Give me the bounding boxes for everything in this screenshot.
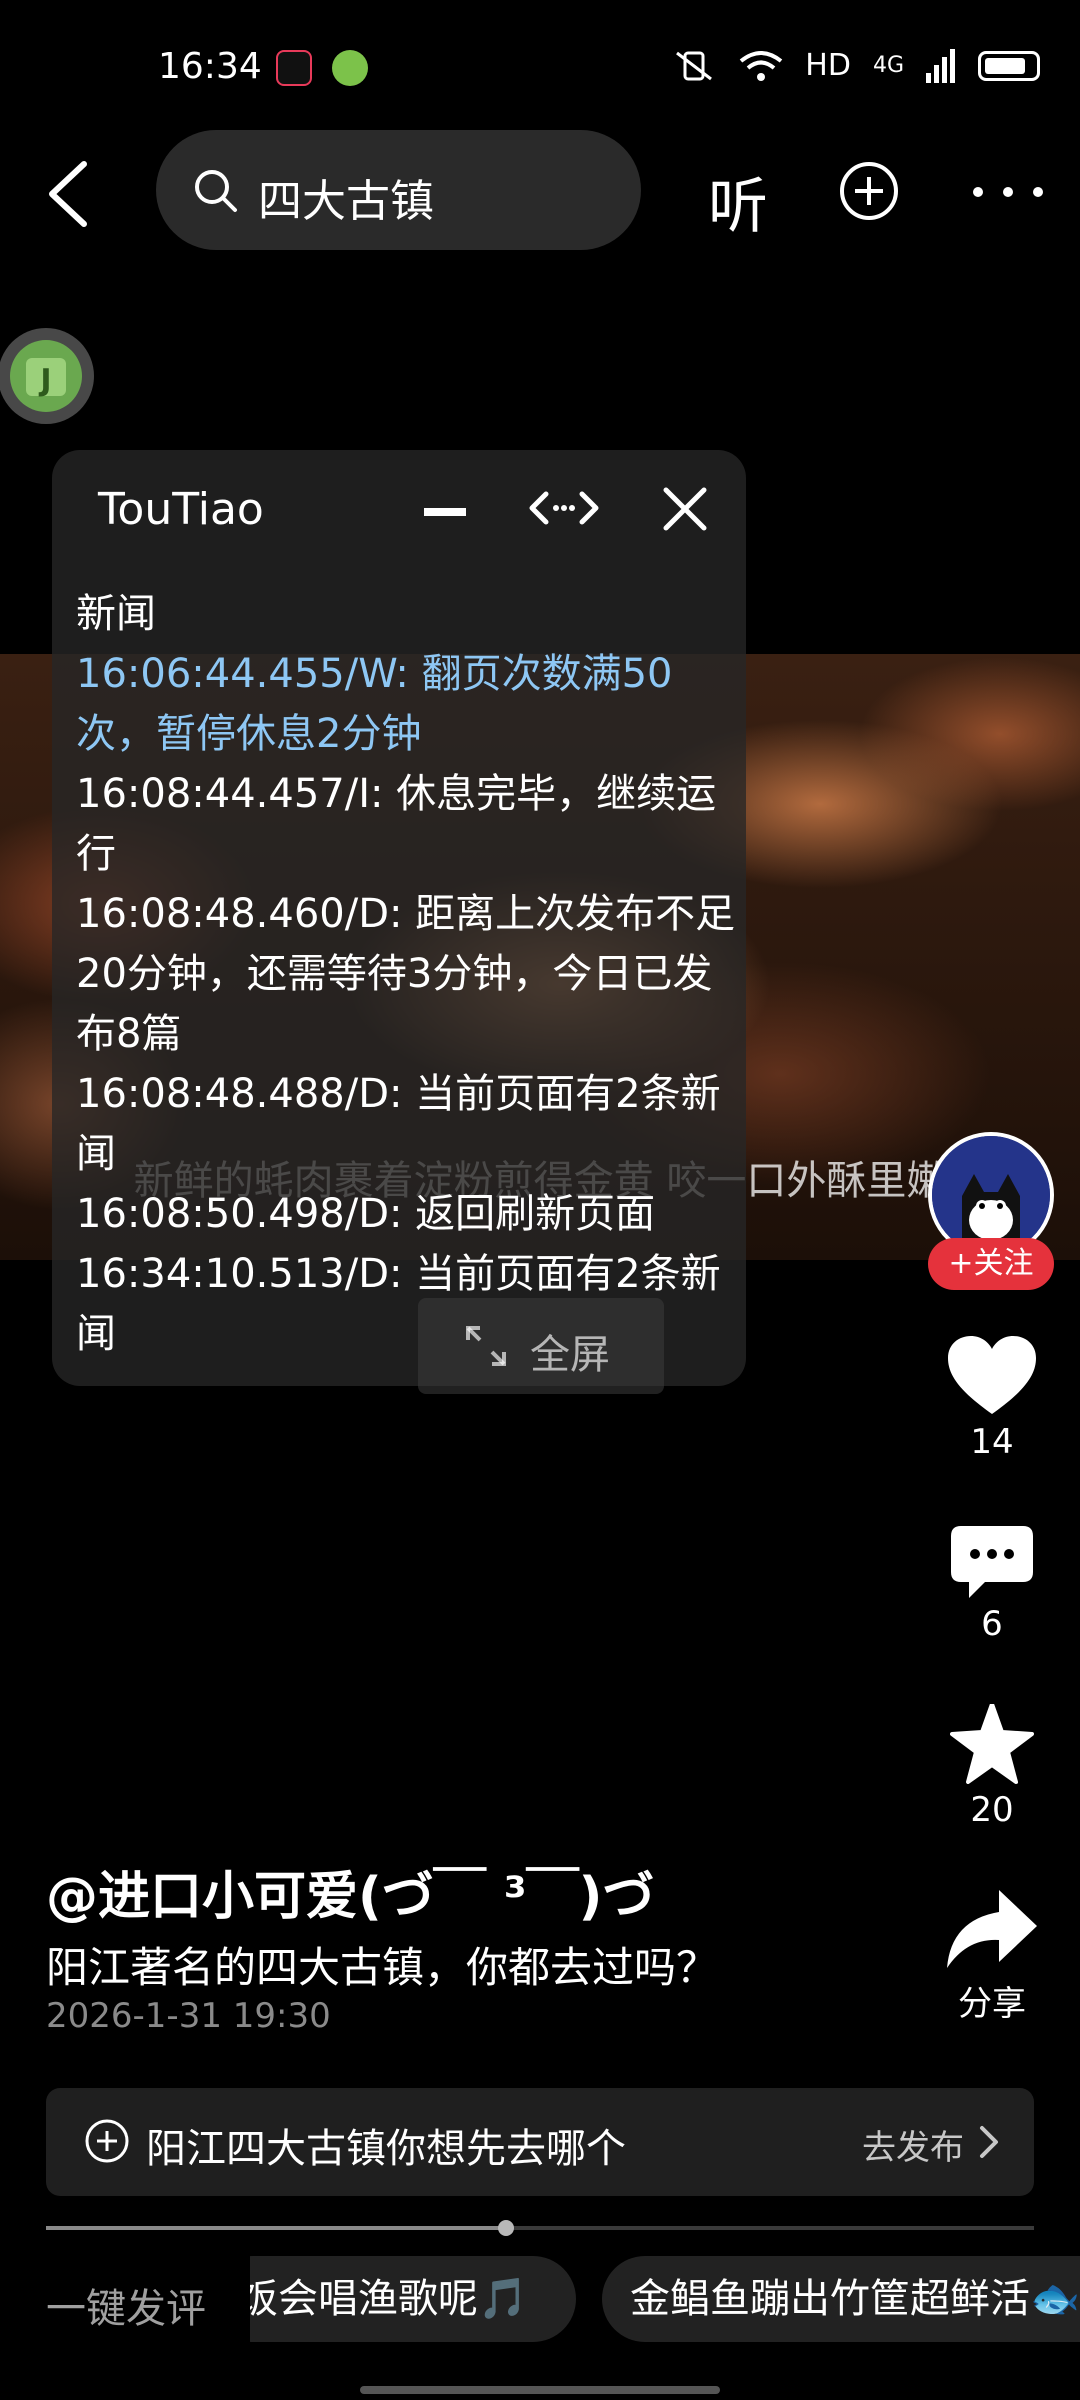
log-line: 16:08:44.457/I: 休息完毕，继续运行 (76, 771, 717, 877)
log-window: TouTiao 新闻 16:06:44.455/W: 翻页次数满50次，暂停休息… (52, 450, 746, 1386)
more-options-button[interactable] (968, 180, 1048, 204)
log-line: 16:06:44.455/W: 翻页次数满50次，暂停休息2分钟 (76, 651, 673, 757)
fullscreen-button[interactable]: 全屏 (418, 1298, 664, 1394)
add-circle-icon (85, 2119, 129, 2163)
add-button[interactable] (838, 160, 900, 222)
search-query: 四大古镇 (258, 176, 434, 227)
floating-script-bubble[interactable]: J (0, 314, 94, 438)
minimize-icon[interactable] (424, 508, 466, 516)
mute-vibrate-icon (676, 51, 713, 80)
log-window-title: TouTiao (98, 484, 264, 535)
share-button[interactable]: 分享 (940, 1890, 1044, 2025)
signal-type-label: 4G (872, 53, 904, 78)
network-label: HD (805, 48, 851, 83)
like-count: 14 (970, 1422, 1014, 1462)
favorite-count: 20 (970, 1790, 1014, 1830)
log-line: 新闻 (76, 591, 156, 637)
log-line: 16:08:48.460/D: 距离上次发布不足20分钟，还需等待3分钟，今日已… (76, 891, 736, 1057)
like-button[interactable]: 14 (940, 1336, 1044, 1462)
close-icon[interactable] (660, 484, 710, 534)
topic-prompt-bar[interactable]: 阳江四大古镇你想先去哪个 去发布 (46, 2088, 1034, 2196)
post-title: 阳江著名的四大古镇，你都去过吗？ (46, 1943, 719, 1992)
comment-icon (951, 1526, 1033, 1598)
fullscreen-icon (466, 1326, 506, 1366)
avatar-cat-image (932, 1136, 1050, 1254)
status-time: 16:34 (158, 46, 262, 87)
log-content: 新闻 16:06:44.455/W: 翻页次数满50次，暂停休息2分钟 16:0… (76, 584, 736, 1364)
share-arrow-icon (947, 1890, 1037, 1968)
douyin-notification-icon (276, 50, 312, 86)
status-bar: 16:34 HD 4G (0, 0, 1080, 136)
favorite-button[interactable]: 20 (940, 1704, 1044, 1830)
progress-handle[interactable] (498, 2220, 515, 2236)
svg-text:J: J (38, 363, 51, 398)
search-bar[interactable]: 四大古镇 (156, 130, 641, 250)
signal-icon (926, 48, 955, 83)
video-progress-bar[interactable] (46, 2220, 1034, 2236)
progress-fill (46, 2226, 507, 2230)
quick-comment-label: 一键发评 (46, 2286, 206, 2332)
battery-icon (978, 50, 1040, 81)
status-indicators: HD 4G (671, 48, 1040, 83)
quick-comment-chip[interactable]: 金鲳鱼蹦出竹筐超鲜活🐟 (602, 2256, 1080, 2342)
comment-button[interactable]: 6 (940, 1526, 1044, 1644)
android-notification-icon (332, 50, 368, 86)
topic-prompt-text: 阳江四大古镇你想先去哪个 (146, 2126, 626, 2172)
chevron-right-icon (980, 2126, 998, 2158)
heart-icon (948, 1336, 1036, 1414)
post-author-name[interactable]: @进口小可爱(づ￣ ³￣)づ (46, 1854, 654, 1929)
follow-button[interactable]: +关注 (928, 1238, 1054, 1290)
back-button[interactable] (40, 158, 96, 230)
search-icon (195, 170, 237, 212)
log-line: 16:08:50.498/D: 返回刷新页面 (76, 1191, 656, 1237)
share-label: 分享 (958, 1984, 1026, 2024)
log-line: 16:08:48.488/D: 当前页面有2条新闻 (76, 1071, 721, 1177)
fullscreen-label: 全屏 (530, 1332, 610, 1378)
wifi-icon (740, 50, 783, 81)
quick-comment-chips: 饭会唱渔歌呢🎵 金鲳鱼蹦出竹筐超鲜活🐟 (250, 2256, 1080, 2342)
quick-comment-chip[interactable]: 饭会唱渔歌呢🎵 (250, 2256, 576, 2342)
comment-count: 6 (981, 1604, 1003, 1644)
resize-arrows-icon[interactable] (528, 480, 600, 536)
listen-button[interactable]: 听 (708, 158, 768, 245)
star-icon (950, 1704, 1034, 1784)
home-indicator[interactable] (360, 2386, 720, 2394)
publish-link[interactable]: 去发布 (862, 2120, 964, 2169)
post-timestamp: 2026-1-31 19:30 (46, 1996, 331, 2036)
